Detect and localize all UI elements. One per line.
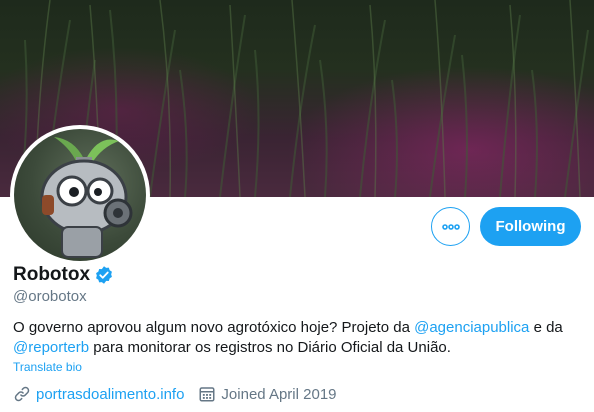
joined-date: Joined April 2019 <box>221 385 337 403</box>
profile-avatar[interactable] <box>10 125 150 265</box>
link-icon <box>14 386 30 402</box>
profile-handle: @orobotox <box>13 288 87 305</box>
following-button[interactable]: Following <box>480 207 581 246</box>
bio-text-2: e da <box>529 319 563 336</box>
website-link[interactable]: portrasdoalimento.info <box>36 386 184 403</box>
bio-text-3: para monitorar os registros no Diário Of… <box>89 339 451 356</box>
calendar-icon <box>199 387 215 402</box>
profile-meta: portrasdoalimento.info Joined April 2019 <box>13 385 351 403</box>
profile-bio: O governo aprovou algum novo agrotóxico … <box>13 318 583 358</box>
display-name: Robotox <box>13 264 91 285</box>
more-dots-icon <box>441 223 460 230</box>
verified-badge-icon <box>94 265 114 285</box>
translate-bio-link[interactable]: Translate bio <box>13 360 82 374</box>
mention-link-reporterb[interactable]: @reporterb <box>13 339 89 356</box>
following-button-label: Following <box>495 218 566 235</box>
more-options-button[interactable] <box>431 207 470 246</box>
mention-link-agenciapublica[interactable]: @agenciapublica <box>414 319 529 336</box>
joined-item: Joined April 2019 <box>198 385 337 403</box>
website-item[interactable]: portrasdoalimento.info <box>13 385 184 403</box>
bio-text-1: O governo aprovou algum novo agrotóxico … <box>13 319 415 336</box>
robot-avatar-image <box>40 137 133 258</box>
profile-name-row: Robotox <box>13 264 114 286</box>
